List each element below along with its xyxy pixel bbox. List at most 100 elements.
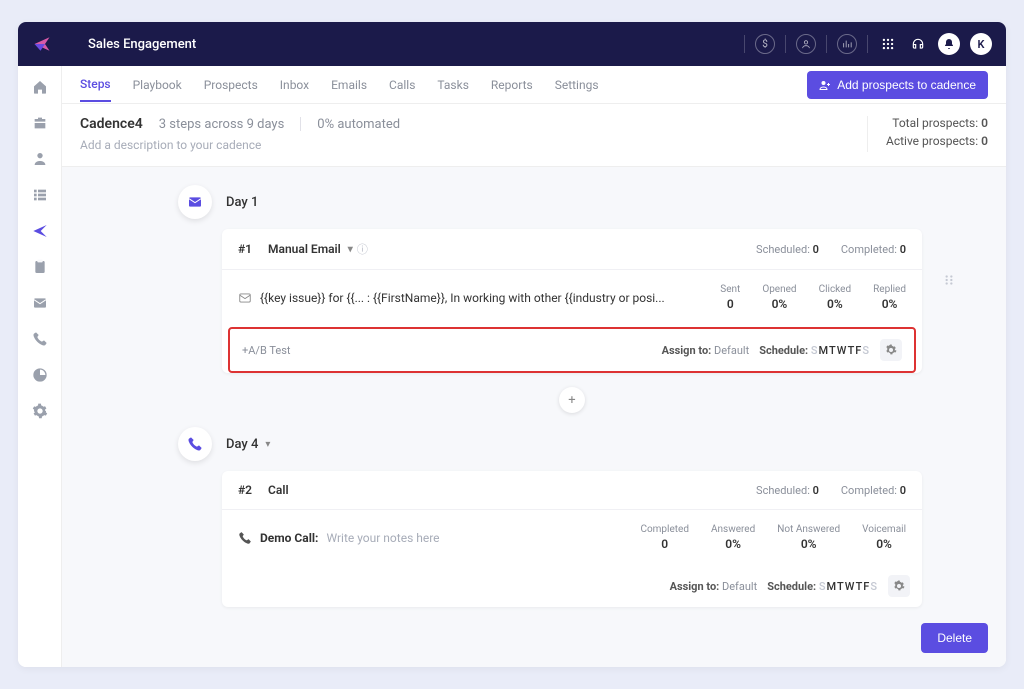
tab-settings[interactable]: Settings <box>555 78 599 92</box>
metric-call-completed: Completed0 <box>640 524 689 551</box>
divider <box>826 35 827 53</box>
list-icon[interactable] <box>31 186 49 204</box>
divider <box>867 35 868 53</box>
step1-card[interactable]: #1 Manual Email ⓘ Scheduled: 0 Completed… <box>222 229 922 373</box>
tab-tasks[interactable]: Tasks <box>437 78 469 92</box>
tab-playbook[interactable]: Playbook <box>133 78 182 92</box>
step2-number: #2 <box>238 483 252 497</box>
step2-footer: Assign to: Default Schedule: SMTWTFS <box>222 565 922 607</box>
metric-voicemail: Voicemail0% <box>862 524 906 551</box>
divider <box>300 117 301 131</box>
day4-header: Day 4 <box>178 427 922 461</box>
add-user-icon <box>819 79 831 91</box>
tab-calls[interactable]: Calls <box>389 78 415 92</box>
metric-opened: Opened0% <box>762 284 796 311</box>
schedule-days[interactable]: SMTWTFS <box>811 344 870 357</box>
metric-sent: Sent0 <box>720 284 740 311</box>
step2-card[interactable]: #2 Call Scheduled: 0 Completed: 0 Demo C… <box>222 471 922 607</box>
step1-subject-text: {{key issue}} for {{... : {{FirstName}},… <box>260 291 665 305</box>
left-rail <box>18 66 62 667</box>
main-content: Steps Playbook Prospects Inbox Emails Ca… <box>62 66 1006 667</box>
step2-call-title: Demo Call: <box>260 531 318 545</box>
assign-label: Assign to: <box>662 344 712 357</box>
chart-icon[interactable] <box>837 34 857 54</box>
cadence-summary: 3 steps across 9 days <box>159 117 285 132</box>
scheduled-label: Scheduled: <box>756 243 810 256</box>
add-step-button[interactable]: + <box>559 387 585 413</box>
active-prospects-value: 0 <box>981 134 988 148</box>
step2-completed: 0 <box>900 484 906 497</box>
clipboard-icon[interactable] <box>31 258 49 276</box>
completed-label: Completed: <box>841 243 897 256</box>
cadence-header: Cadence4 3 steps across 9 days 0% automa… <box>62 104 1006 167</box>
add-prospects-button[interactable]: Add prospects to cadence <box>807 71 988 99</box>
step2-type[interactable]: Call <box>268 483 289 497</box>
ab-test-link[interactable]: +A/B Test <box>242 344 290 357</box>
step2-scheduled: 0 <box>813 484 819 497</box>
pie-icon[interactable] <box>31 366 49 384</box>
gear-icon[interactable] <box>31 402 49 420</box>
sub-tabs: Steps Playbook Prospects Inbox Emails Ca… <box>62 66 1006 104</box>
top-nav: Sales Engagement $ K <box>18 22 1006 66</box>
assign-value[interactable]: Default <box>714 344 749 357</box>
delete-button[interactable]: Delete <box>921 623 988 653</box>
active-prospects-label: Active prospects: <box>886 134 978 148</box>
drag-handle-icon[interactable] <box>942 273 956 287</box>
envelope-icon <box>238 291 252 305</box>
schedule-days[interactable]: SMTWTFS <box>819 580 878 593</box>
cadence-icon[interactable] <box>31 222 49 240</box>
scheduled-label: Scheduled: <box>756 484 810 497</box>
cadence-automated: 0% automated <box>317 117 400 132</box>
mail-icon[interactable] <box>31 294 49 312</box>
metric-not-answered: Not Answered0% <box>777 524 840 551</box>
cadence-desc-placeholder[interactable]: Add a description to your cadence <box>80 138 867 152</box>
step1-subject[interactable]: {{key issue}} for {{... : {{FirstName}},… <box>238 291 720 305</box>
day1-label: Day 1 <box>226 195 258 210</box>
tab-prospects[interactable]: Prospects <box>204 78 258 92</box>
phone-small-icon <box>238 531 252 545</box>
user-avatar[interactable]: K <box>970 33 992 55</box>
call-step-icon <box>178 427 212 461</box>
step-settings-icon[interactable] <box>880 339 902 361</box>
notifications-icon[interactable] <box>938 33 960 55</box>
metric-clicked: Clicked0% <box>819 284 852 311</box>
step1-completed: 0 <box>900 243 906 256</box>
metric-replied: Replied0% <box>873 284 906 311</box>
step2-note-placeholder: Write your notes here <box>326 531 439 545</box>
divider <box>744 35 745 53</box>
home-icon[interactable] <box>31 78 49 96</box>
dialpad-icon[interactable] <box>878 34 898 54</box>
app-logo[interactable] <box>32 34 52 54</box>
step-settings-icon[interactable] <box>888 575 910 597</box>
schedule-label: Schedule: <box>759 344 808 357</box>
step1-type[interactable]: Manual Email <box>268 242 353 256</box>
headset-icon[interactable] <box>908 34 928 54</box>
assign-value[interactable]: Default <box>722 580 757 593</box>
brand-title: Sales Engagement <box>88 37 196 52</box>
completed-label: Completed: <box>841 484 897 497</box>
total-prospects-label: Total prospects: <box>892 116 978 130</box>
day4-label[interactable]: Day 4 <box>226 437 270 452</box>
total-prospects-value: 0 <box>981 116 988 130</box>
dollar-icon[interactable]: $ <box>755 34 775 54</box>
schedule-label: Schedule: <box>767 580 816 593</box>
tab-emails[interactable]: Emails <box>331 78 367 92</box>
phone-icon[interactable] <box>31 330 49 348</box>
metric-answered: Answered0% <box>711 524 755 551</box>
tab-reports[interactable]: Reports <box>491 78 533 92</box>
person-icon[interactable] <box>31 150 49 168</box>
user-icon[interactable] <box>796 34 816 54</box>
step1-footer-highlighted: +A/B Test Assign to: Default Schedule: S… <box>228 327 916 373</box>
step1-number: #1 <box>238 242 252 256</box>
day1-header: Day 1 <box>178 185 922 219</box>
divider <box>785 35 786 53</box>
step1-scheduled: 0 <box>813 243 819 256</box>
briefcase-icon[interactable] <box>31 114 49 132</box>
email-step-icon <box>178 185 212 219</box>
tab-steps[interactable]: Steps <box>80 77 111 102</box>
info-icon[interactable]: ⓘ <box>357 241 368 257</box>
cadence-name[interactable]: Cadence4 <box>80 116 143 132</box>
step2-title[interactable]: Demo Call: Write your notes here <box>238 531 640 545</box>
tab-inbox[interactable]: Inbox <box>280 78 309 92</box>
cta-label: Add prospects to cadence <box>837 78 976 92</box>
